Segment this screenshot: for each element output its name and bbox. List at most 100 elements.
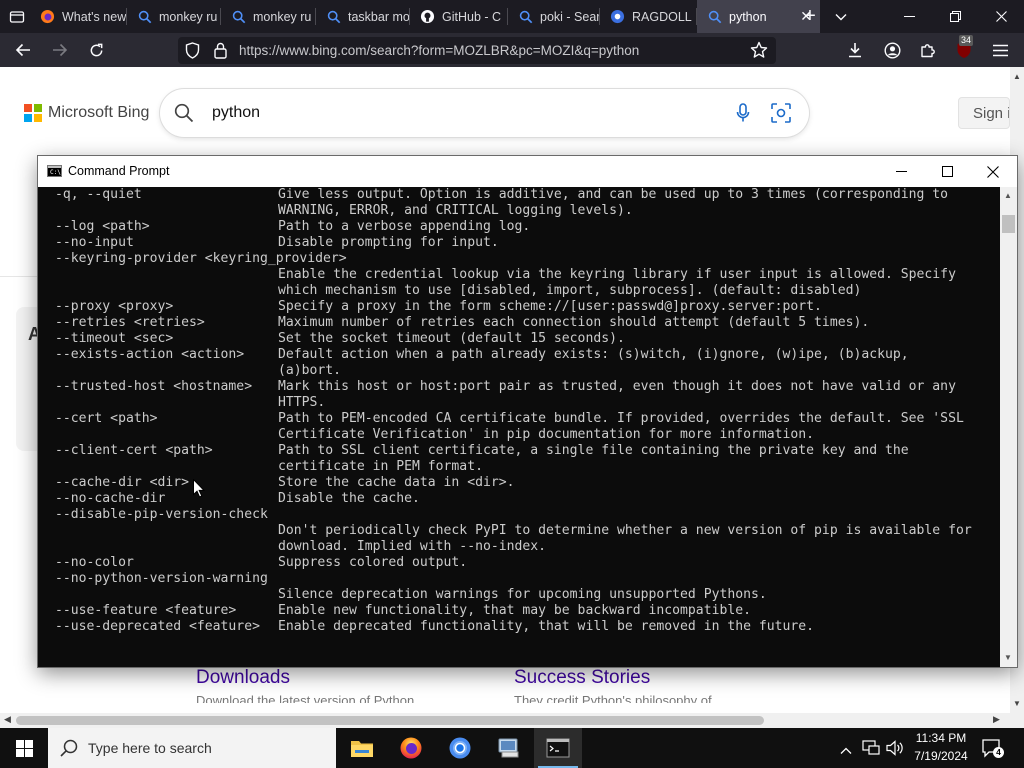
console-option: --cache-dir <dir> bbox=[55, 475, 190, 490]
extension-badge: 34 bbox=[959, 35, 974, 46]
browser-tab[interactable]: monkey ru bbox=[127, 0, 221, 33]
command-prompt-icon[interactable] bbox=[534, 728, 582, 768]
cmd-scrollbar[interactable]: ▲ ▼ bbox=[1000, 187, 1017, 667]
github-icon bbox=[420, 9, 435, 24]
extensions-puzzle-icon[interactable] bbox=[913, 33, 943, 67]
show-hidden-icons-chevron-icon[interactable] bbox=[840, 742, 852, 760]
browser-tab[interactable]: GitHub - C bbox=[410, 0, 508, 33]
page-horizontal-scrollbar[interactable]: ◀ ▶ bbox=[0, 713, 1024, 728]
visual-search-icon[interactable] bbox=[771, 103, 791, 128]
sign-in-button[interactable]: Sign i bbox=[958, 97, 1010, 129]
control-panel-icon[interactable] bbox=[485, 728, 533, 768]
tab-title: RAGDOLL bbox=[632, 9, 692, 24]
taskbar-search-box[interactable]: Type here to search bbox=[48, 728, 336, 768]
console-description: Store the cache data in <dir>. bbox=[278, 475, 515, 490]
ragdoll-icon bbox=[610, 9, 625, 24]
console-description: Suppress colored output. bbox=[278, 555, 468, 570]
sitelink-downloads-desc: Download the latest version of Python bbox=[196, 693, 415, 703]
browser-tab[interactable]: What's new bbox=[30, 0, 127, 33]
sitelink-downloads[interactable]: Downloads bbox=[196, 667, 290, 689]
tab-list-icon[interactable] bbox=[2, 0, 32, 33]
cmd-scroll-down-arrow-icon[interactable]: ▼ bbox=[1004, 653, 1012, 662]
browser-minimize-icon[interactable] bbox=[886, 0, 932, 33]
downloads-icon[interactable] bbox=[840, 33, 870, 67]
console-description: Specify a proxy in the form scheme://[us… bbox=[278, 299, 822, 314]
console-description: Path to a verbose appending log. bbox=[278, 219, 531, 234]
reload-icon[interactable] bbox=[81, 33, 111, 67]
taskbar-search-icon bbox=[60, 739, 78, 762]
tracking-shield-icon[interactable] bbox=[185, 42, 200, 64]
console-description: Disable prompting for input. bbox=[278, 235, 499, 250]
new-tab-button[interactable]: + bbox=[795, 0, 825, 33]
sitelinks: Downloads Download the latest version of… bbox=[0, 667, 1010, 713]
bing-search-icon bbox=[326, 9, 341, 24]
scroll-right-arrow-icon[interactable]: ▶ bbox=[993, 714, 1000, 725]
console-description: Default action when a path already exist… bbox=[278, 347, 909, 362]
console-description: download. Implied with --no-index. bbox=[278, 539, 547, 554]
cmd-minimize-icon[interactable] bbox=[878, 156, 924, 187]
browser-close-icon[interactable] bbox=[978, 0, 1024, 33]
windows-start-icon[interactable] bbox=[0, 728, 48, 768]
search-query-text[interactable]: python bbox=[212, 89, 260, 137]
browser-restore-icon[interactable] bbox=[932, 0, 978, 33]
command-prompt-window[interactable]: C:\ Command Prompt -q, --quiet Give less … bbox=[38, 156, 1017, 667]
navigation-bar: https://www.bing.com/search?form=MOZLBR&… bbox=[0, 33, 1024, 67]
sitelink-success-stories[interactable]: Success Stories bbox=[514, 667, 650, 689]
console-option: --no-color bbox=[55, 555, 134, 570]
console-description: Certificate Verification' in pip documen… bbox=[278, 427, 815, 442]
cmd-title-bar[interactable]: C:\ Command Prompt bbox=[38, 156, 1017, 187]
lock-icon[interactable] bbox=[214, 42, 227, 64]
tab-title: python bbox=[729, 9, 767, 24]
network-icon[interactable] bbox=[862, 740, 880, 761]
url-bar[interactable]: https://www.bing.com/search?form=MOZLBR&… bbox=[178, 37, 776, 64]
microsoft-logo-icon bbox=[24, 104, 42, 122]
search-icon[interactable] bbox=[174, 103, 194, 128]
cmd-scroll-thumb[interactable] bbox=[1002, 215, 1015, 233]
sitelink-success-stories-desc: They credit Python's philosophy of bbox=[514, 693, 712, 703]
cmd-console-output[interactable]: -q, --quiet Give less output. Option is a… bbox=[38, 187, 1000, 667]
console-description: Give less output. Option is additive, an… bbox=[278, 187, 949, 202]
clock-time: 11:34 PM bbox=[915, 731, 967, 745]
browser-tab[interactable]: RAGDOLL bbox=[600, 0, 697, 33]
scroll-up-arrow-icon[interactable]: ▲ bbox=[1013, 72, 1021, 81]
taskbar-search-placeholder[interactable]: Type here to search bbox=[88, 728, 212, 768]
account-icon[interactable] bbox=[877, 33, 907, 67]
clock[interactable]: 11:34 PM 7/19/2024 bbox=[908, 728, 974, 768]
microphone-icon[interactable] bbox=[736, 103, 750, 128]
ublock-extension-icon[interactable]: 34 bbox=[949, 33, 979, 67]
console-option: --proxy <proxy> bbox=[55, 299, 174, 314]
browser-tab[interactable]: poki - Sear bbox=[508, 0, 600, 33]
console-option: -q, --quiet bbox=[55, 187, 142, 202]
forward-arrow-icon[interactable] bbox=[45, 33, 75, 67]
cmd-maximize-icon[interactable] bbox=[924, 156, 970, 187]
scroll-left-arrow-icon[interactable]: ◀ bbox=[4, 714, 11, 725]
back-arrow-icon[interactable] bbox=[8, 33, 38, 67]
console-option: --use-deprecated <feature> bbox=[55, 619, 260, 634]
console-description: Set the socket timeout (default 15 secon… bbox=[278, 331, 625, 346]
bing-search-icon bbox=[707, 9, 722, 24]
tab-overflow-chevron-icon[interactable] bbox=[826, 0, 856, 33]
console-description: Enable new functionality, that may be ba… bbox=[278, 603, 751, 618]
scroll-down-arrow-icon[interactable]: ▼ bbox=[1013, 699, 1021, 708]
bing-search-box[interactable]: python bbox=[160, 89, 809, 137]
tab-title: monkey ru bbox=[253, 9, 312, 24]
cmd-close-icon[interactable] bbox=[970, 156, 1016, 187]
horizontal-scroll-thumb[interactable] bbox=[16, 716, 764, 725]
console-option: --cert <path> bbox=[55, 411, 158, 426]
browser-tab[interactable]: monkey ru bbox=[221, 0, 316, 33]
console-description: Path to SSL client certificate, a single… bbox=[278, 443, 909, 458]
firefox-icon[interactable] bbox=[387, 728, 435, 768]
console-description: Silence deprecation warnings for upcomin… bbox=[278, 587, 767, 602]
chrome-icon[interactable] bbox=[436, 728, 484, 768]
hamburger-menu-icon[interactable] bbox=[985, 33, 1015, 67]
console-description: Path to PEM-encoded CA certificate bundl… bbox=[278, 411, 964, 426]
bing-logo[interactable]: Microsoft Bing bbox=[24, 104, 149, 122]
bookmark-star-icon[interactable] bbox=[750, 41, 768, 64]
file-explorer-icon[interactable] bbox=[338, 728, 386, 768]
browser-tab[interactable]: taskbar mo bbox=[316, 0, 410, 33]
url-text[interactable]: https://www.bing.com/search?form=MOZLBR&… bbox=[239, 37, 639, 64]
console-description: which mechanism to use [disabled, import… bbox=[278, 283, 862, 298]
cmd-scroll-up-arrow-icon[interactable]: ▲ bbox=[1004, 191, 1012, 200]
volume-icon[interactable] bbox=[886, 740, 904, 761]
notification-center-icon[interactable]: 4 bbox=[981, 738, 1004, 763]
